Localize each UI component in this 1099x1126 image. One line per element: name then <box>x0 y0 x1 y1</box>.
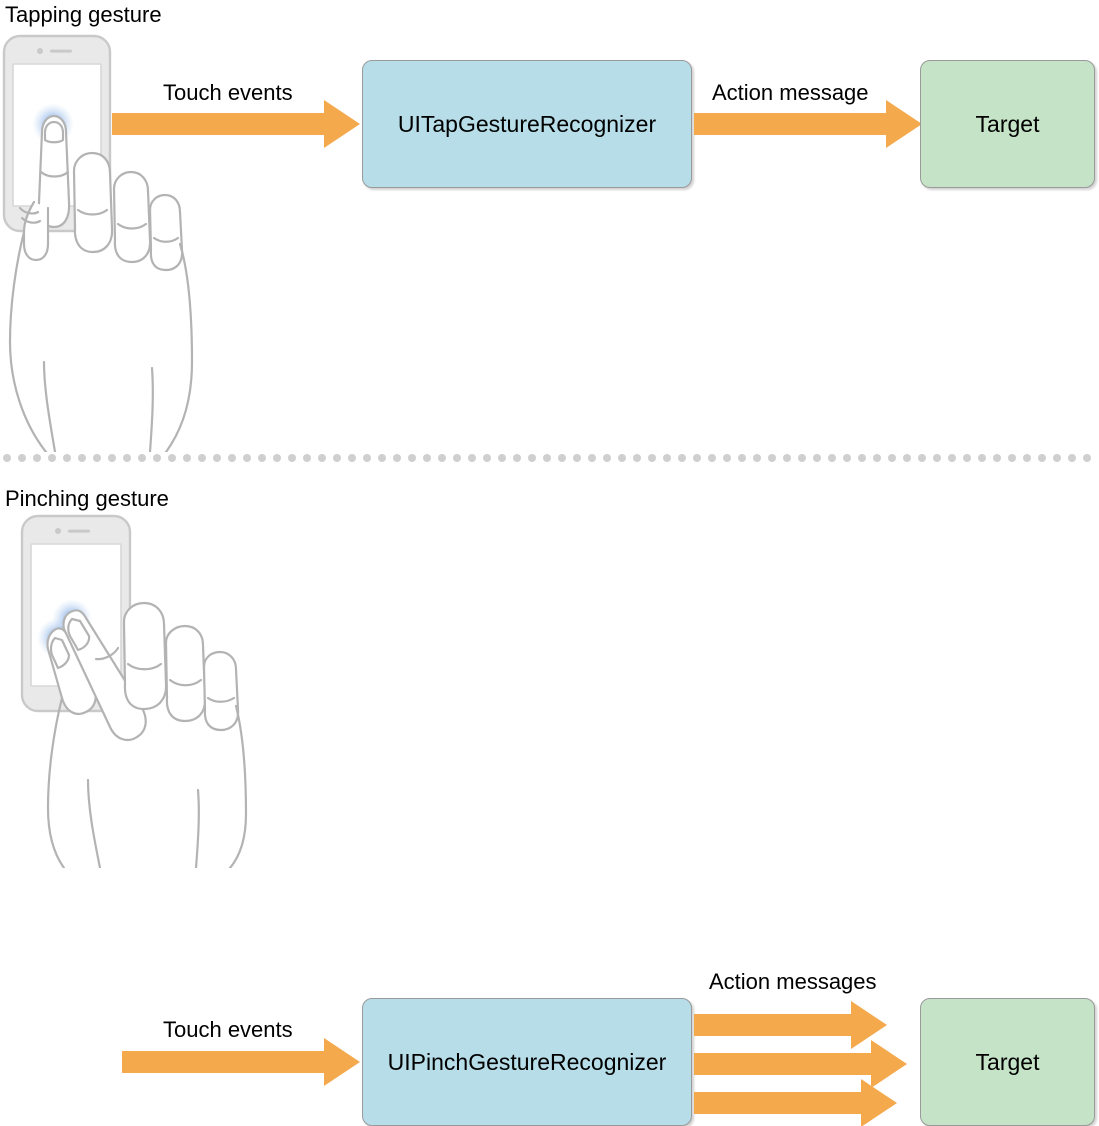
node-target-tapping[interactable]: Target <box>920 60 1095 188</box>
right-arrow-icons-action-messages-pinching <box>694 1001 907 1126</box>
right-arrow-icon-action-message-3 <box>694 1079 897 1126</box>
section-title-pinching: Pinching gesture <box>5 486 169 511</box>
section-pinching-gesture: Pinching gesture Touch events UIPinchGes… <box>0 468 1099 1126</box>
hand-illustration <box>46 601 248 868</box>
node-label-target-tapping: Target <box>975 111 1040 137</box>
right-arrow-icon-touch-events-pinching <box>122 1038 360 1086</box>
device-camera-icon <box>55 528 61 534</box>
label-action-messages-pinching: Action messages <box>709 969 877 994</box>
right-arrow-icon-touch-events-tapping <box>112 100 360 148</box>
gesture-recognizer-diagram: Tapping gesture Touch events UITapGestur… <box>0 0 1099 1126</box>
device-speaker-icon <box>68 529 90 533</box>
section-title-tapping: Tapping gesture <box>5 2 162 27</box>
device-camera-icon <box>37 48 43 54</box>
node-uipinchgesturerecognizer[interactable]: UIPinchGestureRecognizer <box>362 998 692 1126</box>
node-label-recognizer-tapping: UITapGestureRecognizer <box>397 111 657 137</box>
node-label-target-pinching: Target <box>975 1049 1040 1075</box>
section-tapping-gesture: Tapping gesture Touch events UITapGestur… <box>0 0 1099 452</box>
right-arrow-icon-action-message-tapping <box>694 100 922 148</box>
dotted-divider <box>3 454 1091 462</box>
device-speaker-icon <box>50 49 72 53</box>
right-arrow-icon-action-message-2 <box>694 1040 907 1088</box>
node-target-pinching[interactable]: Target <box>920 998 1095 1126</box>
iphone-device-with-hand-pinching-illustration <box>20 514 248 868</box>
node-uitapgesturerecognizer[interactable]: UITapGestureRecognizer <box>362 60 692 188</box>
node-label-recognizer-pinching: UIPinchGestureRecognizer <box>387 1049 667 1075</box>
right-arrow-icon-action-message-1 <box>694 1001 887 1049</box>
